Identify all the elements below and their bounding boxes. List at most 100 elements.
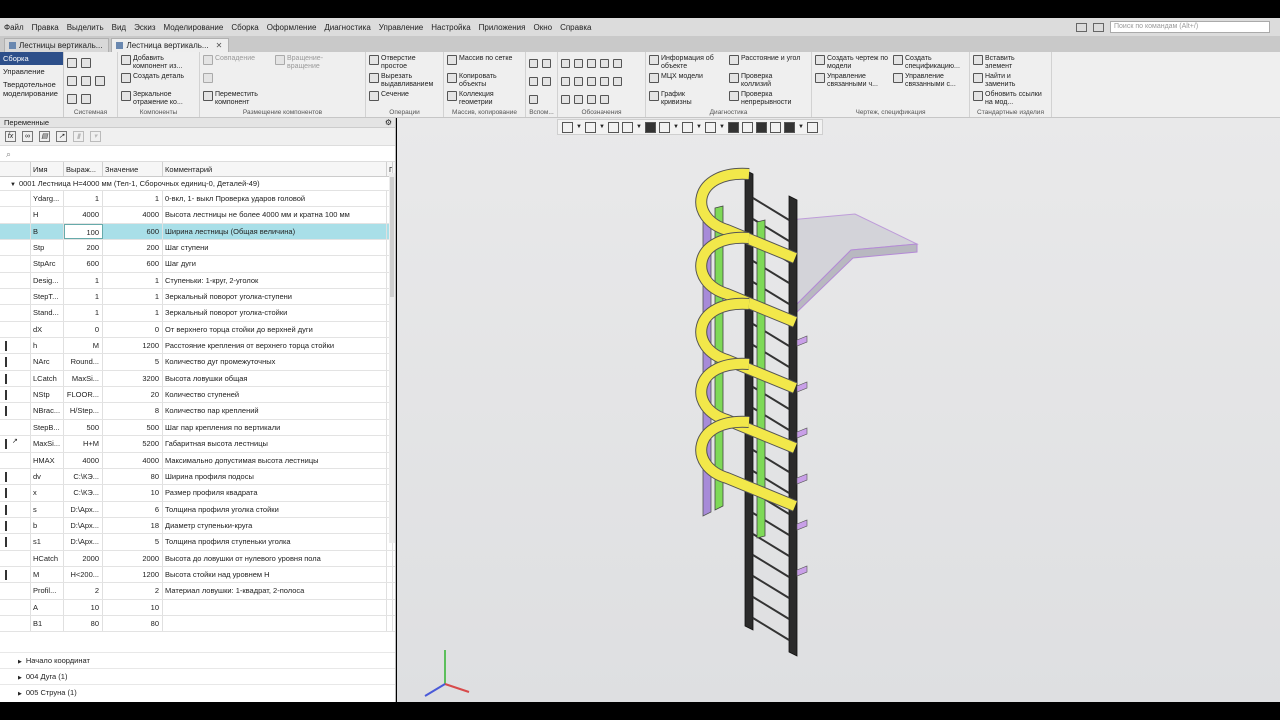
- table-row[interactable]: B 100 600 Ширина лестницы (Общая величина): [0, 223, 395, 241]
- distance-angle-button[interactable]: Расстояние и угол: [729, 55, 803, 71]
- cell-comment[interactable]: Шаг пар крепления по вертикали: [163, 419, 387, 436]
- expand-icon[interactable]: ▶: [18, 659, 22, 665]
- cell-name[interactable]: StepB...: [31, 419, 64, 436]
- cell-comment[interactable]: Зеркальный поворот уголка-ступени: [163, 289, 387, 305]
- geometry-collection-button[interactable]: Коллекция геометрии: [447, 91, 512, 107]
- table-row[interactable]: B1 80 80: [0, 615, 395, 633]
- menu-edit[interactable]: Правка: [28, 23, 63, 32]
- base-icon[interactable]: [600, 76, 609, 86]
- mode-solid-modeling[interactable]: Твердотельное моделирование: [0, 78, 63, 100]
- column-comment[interactable]: Комментарий: [163, 162, 387, 176]
- move-component-button[interactable]: Переместить компонент: [203, 91, 271, 107]
- cell-expression[interactable]: 4000: [64, 207, 103, 223]
- cell-name[interactable]: HMAX: [31, 452, 64, 468]
- redo-icon[interactable]: [81, 94, 91, 104]
- tab-ladders-1[interactable]: Лестницы вертикаль...: [4, 38, 110, 52]
- gear-icon[interactable]: ⚙: [385, 118, 392, 128]
- cell-name[interactable]: h: [31, 338, 64, 354]
- cell-name[interactable]: NStp: [31, 387, 64, 403]
- cell-expression[interactable]: MaxSi...: [64, 370, 103, 387]
- cell-comment[interactable]: Ширина лестницы (Общая величина): [163, 223, 387, 240]
- print-icon[interactable]: [67, 76, 77, 86]
- marker-icon[interactable]: [587, 94, 596, 104]
- cell-name[interactable]: s1: [31, 534, 64, 550]
- dimension-icon[interactable]: [561, 58, 570, 68]
- cell-comment[interactable]: Ступеньки: 1-круг, 2-уголок: [163, 272, 387, 289]
- cell-name[interactable]: dv: [31, 468, 64, 485]
- table-row[interactable]: HCatch 2000 2000 Высота до ловушки от нулев…: [0, 550, 395, 567]
- create-drawing-button[interactable]: Создать чертеж по модели: [815, 55, 889, 71]
- plane-icon[interactable]: [529, 58, 538, 68]
- add-component-button[interactable]: Добавить компонент из...: [121, 55, 195, 71]
- cell-expression[interactable]: D:\Арх...: [64, 534, 103, 550]
- find-replace-button[interactable]: Найти и заменить: [973, 73, 1047, 89]
- table-row[interactable]: A 10 10: [0, 599, 395, 616]
- tree-item-origin[interactable]: ▶ Начало координат: [0, 652, 395, 668]
- menu-modeling[interactable]: Моделирование: [159, 23, 227, 32]
- cell-comment[interactable]: Шаг ступени: [163, 240, 387, 256]
- table-row[interactable]: StpArc 600 600 Шаг дуги: [0, 256, 395, 273]
- table-row[interactable]: StepB... 500 500 Шаг пар крепления по верти…: [0, 419, 395, 437]
- table-row[interactable]: s1 D:\Арх... 5 Толщина профиля ступеньки уг…: [0, 534, 395, 551]
- cell-comment[interactable]: Шаг дуги: [163, 256, 387, 272]
- cell-name[interactable]: B1: [31, 615, 64, 632]
- cell-expression[interactable]: 1: [64, 305, 103, 321]
- extrude-cut-button[interactable]: Вырезать выдавливанием: [369, 73, 443, 89]
- table-icon[interactable]: [561, 94, 570, 104]
- cell-comment[interactable]: Габаритная высота лестницы: [163, 436, 387, 452]
- model-viewport[interactable]: ▼ ▼ ▼ ▼ ▼ ▼ ▼: [397, 118, 1280, 702]
- external-var-icon[interactable]: ↗: [56, 131, 67, 142]
- table-row[interactable]: dv C:\КЭ... 80 Ширина профиля подосы: [0, 468, 395, 486]
- cell-comment[interactable]: От верхнего торца стойки до верхней дуги: [163, 321, 387, 338]
- cell-comment[interactable]: Материал ловушки: 1-квадрат, 2-полоса: [163, 583, 387, 599]
- filter-icon[interactable]: ▾: [90, 131, 101, 142]
- cell-comment[interactable]: [163, 615, 387, 632]
- thread-icon[interactable]: [600, 94, 609, 104]
- table-row[interactable]: s D:\Арх... 6 Толщина профиля уголка стойки: [0, 501, 395, 518]
- new-doc-icon[interactable]: [67, 58, 77, 68]
- cell-comment[interactable]: [163, 599, 387, 615]
- cell-name[interactable]: Stp: [31, 240, 64, 256]
- table-row[interactable]: Stand... 1 1 Зеркальный поворот уголка-стой…: [0, 305, 395, 322]
- table-row[interactable]: h M 1200 Расстояние крепления от верхнего т…: [0, 338, 395, 355]
- cell-expression[interactable]: 1: [64, 191, 103, 207]
- cell-name[interactable]: StepT...: [31, 289, 64, 305]
- cell-expression[interactable]: 200: [64, 240, 103, 256]
- cell-comment[interactable]: Толщина профиля ступеньки уголка: [163, 534, 387, 550]
- cell-comment[interactable]: Высота ловушки общая: [163, 370, 387, 387]
- cell-expression[interactable]: H/Step...: [64, 403, 103, 419]
- cell-expression[interactable]: 600: [64, 256, 103, 272]
- cell-name[interactable]: LCatch: [31, 370, 64, 387]
- vertical-scrollbar[interactable]: [389, 173, 395, 543]
- cell-name[interactable]: s: [31, 501, 64, 517]
- cell-name[interactable]: M: [31, 566, 64, 583]
- expand-icon[interactable]: ▶: [18, 691, 22, 697]
- update-links-button[interactable]: Обновить ссылки на мод...: [973, 91, 1047, 107]
- cell-comment[interactable]: Ширина профиля подосы: [163, 468, 387, 485]
- table-row[interactable]: M H<200... 1200 Высота стойки над уровнем H: [0, 566, 395, 584]
- create-spec-button[interactable]: Создать спецификацию...: [893, 55, 963, 71]
- mode-assembly[interactable]: Сборка: [0, 52, 63, 65]
- cell-comment[interactable]: Высота до ловушки от нулевого уровня пол…: [163, 550, 387, 566]
- tab-ladder-2[interactable]: Лестница вертикаль... ✕: [111, 38, 230, 52]
- cell-name[interactable]: Ydarg...: [31, 191, 64, 207]
- cell-expression[interactable]: C:\КЭ...: [64, 485, 103, 501]
- curvature-graph-button[interactable]: График кривизны: [649, 91, 725, 107]
- menu-select[interactable]: Выделить: [63, 23, 108, 32]
- cell-comment[interactable]: Зеркальный поворот уголка-стойки: [163, 305, 387, 321]
- menu-help[interactable]: Справка: [556, 23, 595, 32]
- cell-name[interactable]: dX: [31, 321, 64, 338]
- menu-settings[interactable]: Настройка: [427, 23, 474, 32]
- table-row[interactable]: StepT... 1 1 Зеркальный поворот уголка-ступ…: [0, 289, 395, 306]
- point-icon[interactable]: [529, 76, 538, 86]
- table-icon[interactable]: ▤: [39, 131, 50, 142]
- cell-expression[interactable]: 2: [64, 583, 103, 599]
- group-row[interactable]: ▼ 0001 Лестница H=4000 мм (Тел-1, Сборочн…: [0, 177, 395, 191]
- ladder-3d-model[interactable]: [397, 118, 1280, 702]
- open-folder-icon[interactable]: [81, 58, 91, 68]
- menu-applications[interactable]: Приложения: [475, 23, 530, 32]
- tree-item-arc[interactable]: ▶ 004 Дуга (1): [0, 668, 395, 684]
- leader-icon[interactable]: [600, 58, 609, 68]
- table-row[interactable]: NStp FLOOR... 20 Количество ступеней: [0, 387, 395, 404]
- cell-name[interactable]: StpArc: [31, 256, 64, 272]
